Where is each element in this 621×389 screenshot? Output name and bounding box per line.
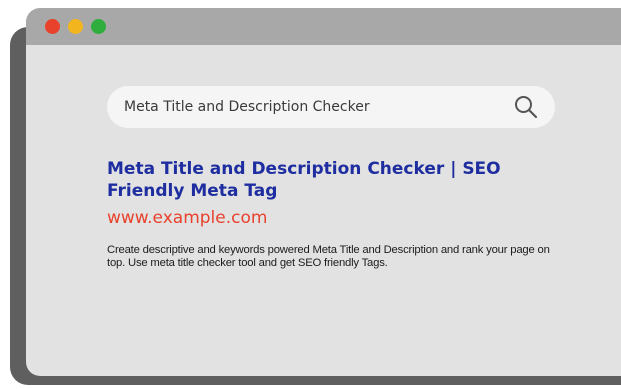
result-url[interactable]: www.example.com: [107, 207, 267, 229]
close-window-button[interactable]: [45, 19, 60, 34]
result-title-link[interactable]: Meta Title and Description Checker | SEO…: [107, 158, 557, 202]
minimize-window-button[interactable]: [68, 19, 83, 34]
search-input[interactable]: [124, 86, 494, 128]
browser-window: Meta Title and Description Checker | SEO…: [26, 8, 621, 376]
maximize-window-button[interactable]: [91, 19, 106, 34]
search-bar: [107, 86, 555, 128]
page: Meta Title and Description Checker | SEO…: [0, 0, 621, 389]
window-titlebar: [26, 8, 621, 45]
search-icon[interactable]: [513, 94, 539, 120]
result-description: Create descriptive and keywords powered …: [107, 244, 550, 269]
